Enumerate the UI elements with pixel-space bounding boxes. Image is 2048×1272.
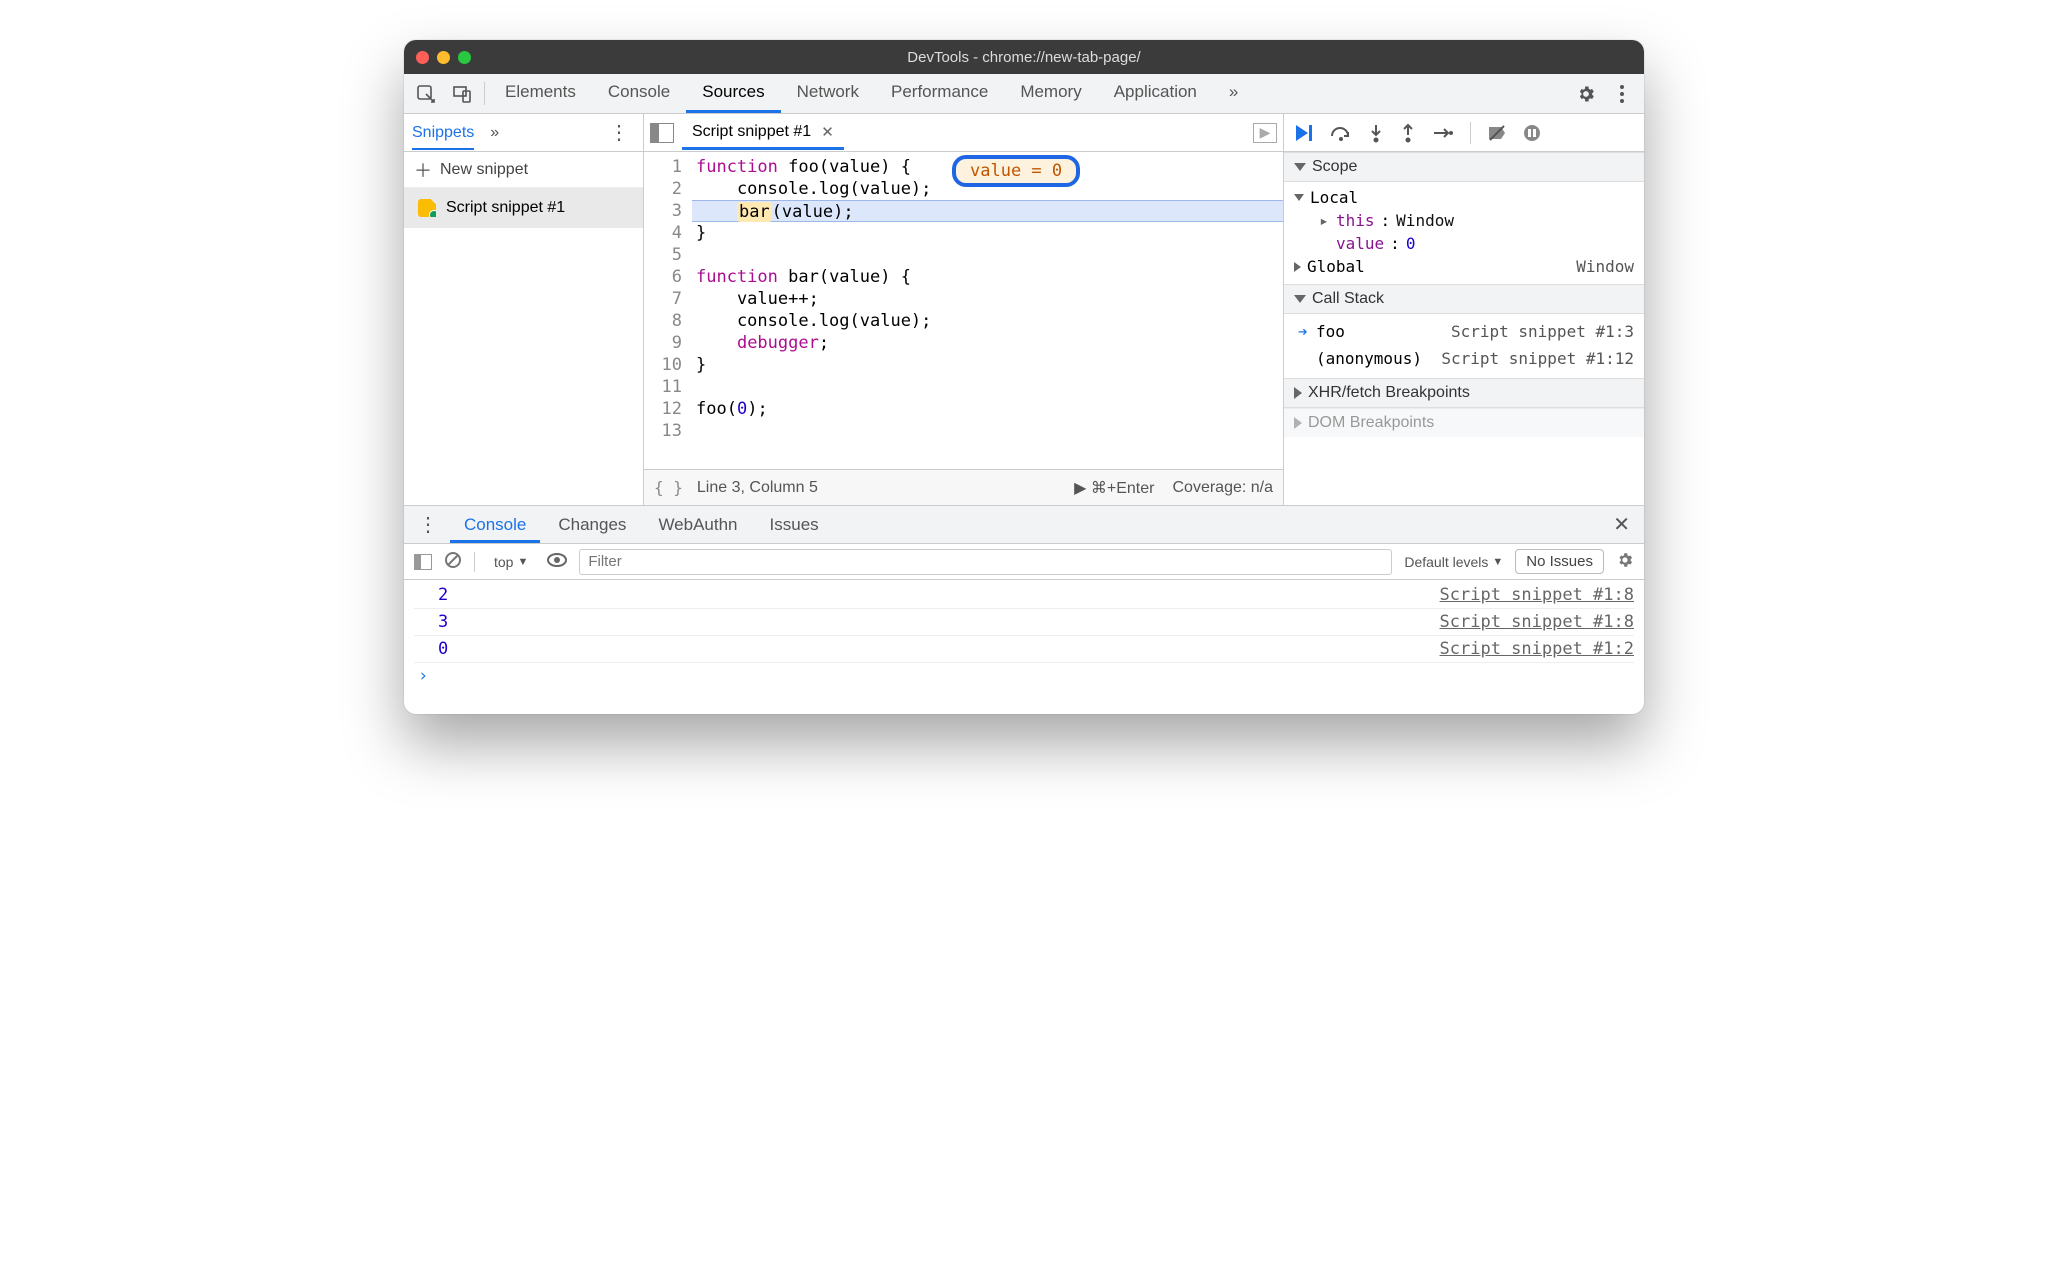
stack-frame[interactable]: ➔fooScript snippet #1:3 <box>1294 318 1644 345</box>
levels-selector[interactable]: Default levels ▼ <box>1404 554 1503 570</box>
tab-performance[interactable]: Performance <box>875 74 1004 113</box>
drawer-tab-console[interactable]: Console <box>450 507 540 543</box>
snippets-tab[interactable]: Snippets <box>412 124 474 150</box>
navigator-toggle-icon[interactable] <box>650 123 674 143</box>
snippets-menu-icon[interactable]: ⋮ <box>603 120 635 145</box>
close-window-icon[interactable] <box>416 51 429 64</box>
issues-button[interactable]: No Issues <box>1515 549 1604 574</box>
settings-icon[interactable] <box>1568 74 1604 113</box>
new-snippet-label: New snippet <box>440 161 528 179</box>
snippet-item-label: Script snippet #1 <box>446 199 565 217</box>
snippet-file-icon <box>418 199 436 217</box>
resume-icon[interactable] <box>1294 124 1314 142</box>
clear-console-icon[interactable] <box>444 551 462 572</box>
zoom-window-icon[interactable] <box>458 51 471 64</box>
new-snippet-button[interactable]: ＋ New snippet <box>404 152 643 188</box>
drawer-tab-changes[interactable]: Changes <box>544 507 640 543</box>
editor-tab-label: Script snippet #1 <box>692 123 811 141</box>
plus-icon: ＋ <box>414 157 432 183</box>
tab-network[interactable]: Network <box>781 74 875 113</box>
titlebar: DevTools - chrome://new-tab-page/ <box>404 40 1644 74</box>
drawer-close-icon[interactable]: ✕ <box>1605 512 1638 537</box>
stack-frame[interactable]: (anonymous)Script snippet #1:12 <box>1294 345 1644 372</box>
step-out-icon[interactable] <box>1400 123 1416 143</box>
snippets-overflow[interactable]: » <box>490 124 499 142</box>
console-row: 2Script snippet #1:8 <box>414 582 1634 609</box>
console-prompt[interactable]: › <box>414 663 1634 689</box>
code-lines: value = 0 function foo(value) { console.… <box>692 152 1283 469</box>
console-row: 0Script snippet #1:2 <box>414 636 1634 663</box>
pause-exceptions-icon[interactable] <box>1523 124 1541 142</box>
tab-elements[interactable]: Elements <box>489 74 592 113</box>
deactivate-breakpoints-icon[interactable] <box>1487 124 1507 142</box>
drawer-tabbar: ⋮ ConsoleChangesWebAuthnIssues ✕ <box>404 506 1644 544</box>
devtools-window: DevTools - chrome://new-tab-page/ Elemen… <box>404 40 1644 714</box>
dom-breakpoints-header[interactable]: DOM Breakpoints <box>1284 408 1644 437</box>
code-area[interactable]: 12345678910111213 value = 0 function foo… <box>644 152 1283 469</box>
tab-application[interactable]: Application <box>1098 74 1213 113</box>
minimize-window-icon[interactable] <box>437 51 450 64</box>
tab-memory[interactable]: Memory <box>1004 74 1097 113</box>
traffic-lights <box>416 51 471 64</box>
editor-tab[interactable]: Script snippet #1 ✕ <box>682 115 844 150</box>
inspect-icon[interactable] <box>408 74 444 113</box>
kebab-menu-icon[interactable] <box>1604 74 1640 113</box>
scope-this[interactable]: ▸this: Window <box>1294 209 1644 232</box>
console-sidebar-toggle-icon[interactable] <box>414 554 432 570</box>
close-tab-icon[interactable]: ✕ <box>821 123 834 141</box>
xhr-breakpoints-header[interactable]: XHR/fetch Breakpoints <box>1284 378 1644 408</box>
drawer: ⋮ ConsoleChangesWebAuthnIssues ✕ top ▼ D… <box>404 506 1644 714</box>
scope-local[interactable]: Local <box>1294 186 1644 209</box>
console-output[interactable]: 2Script snippet #1:83Script snippet #1:8… <box>404 580 1644 714</box>
drawer-tab-issues[interactable]: Issues <box>756 507 833 543</box>
snippet-item[interactable]: Script snippet #1 <box>404 188 643 228</box>
scope-header[interactable]: Scope <box>1284 152 1644 182</box>
console-toolbar: top ▼ Default levels ▼ No Issues <box>404 544 1644 580</box>
live-expression-icon[interactable] <box>547 553 567 570</box>
drawer-tab-webauthn[interactable]: WebAuthn <box>644 507 751 543</box>
drawer-menu-icon[interactable]: ⋮ <box>410 512 446 537</box>
coverage-status: Coverage: n/a <box>1172 479 1273 497</box>
snippets-panel: Snippets » ⋮ ＋ New snippet Script snippe… <box>404 114 644 505</box>
console-row: 3Script snippet #1:8 <box>414 609 1634 636</box>
editor-tabbar: Script snippet #1 ✕ ▶ <box>644 114 1283 152</box>
callstack-body: ➔fooScript snippet #1:3(anonymous)Script… <box>1284 314 1644 378</box>
run-shortcut: ▶ ⌘+Enter <box>1074 478 1154 498</box>
pretty-print-icon[interactable]: { } <box>654 478 683 497</box>
context-selector[interactable]: top ▼ <box>487 551 535 573</box>
tabs-overflow[interactable]: » <box>1213 74 1254 113</box>
filter-input[interactable] <box>579 549 1392 575</box>
main-tabbar: ElementsConsoleSourcesNetworkPerformance… <box>404 74 1644 114</box>
snippets-header: Snippets » ⋮ <box>404 114 643 152</box>
step-into-icon[interactable] <box>1368 123 1384 143</box>
editor-panel: Script snippet #1 ✕ ▶ 12345678910111213 … <box>644 114 1284 505</box>
tab-sources[interactable]: Sources <box>686 74 780 113</box>
step-over-icon[interactable] <box>1330 124 1352 142</box>
inline-value-badge: value = 0 <box>952 155 1080 187</box>
scope-value[interactable]: value: 0 <box>1294 232 1644 255</box>
line-gutter: 12345678910111213 <box>644 152 692 469</box>
step-icon[interactable] <box>1432 125 1454 141</box>
run-snippet-icon[interactable]: ▶ <box>1253 123 1277 143</box>
debugger-toolbar <box>1284 114 1644 152</box>
tab-console[interactable]: Console <box>592 74 686 113</box>
window-title: DevTools - chrome://new-tab-page/ <box>404 49 1644 66</box>
callstack-header[interactable]: Call Stack <box>1284 284 1644 314</box>
device-toggle-icon[interactable] <box>444 74 480 113</box>
cursor-position: Line 3, Column 5 <box>697 479 818 497</box>
editor-statusbar: { } Line 3, Column 5 ▶ ⌘+Enter Coverage:… <box>644 469 1283 505</box>
scope-global[interactable]: GlobalWindow <box>1294 255 1644 278</box>
console-settings-icon[interactable] <box>1616 551 1634 572</box>
debugger-panel: Scope Local ▸this: Window value: 0 Globa… <box>1284 114 1644 505</box>
